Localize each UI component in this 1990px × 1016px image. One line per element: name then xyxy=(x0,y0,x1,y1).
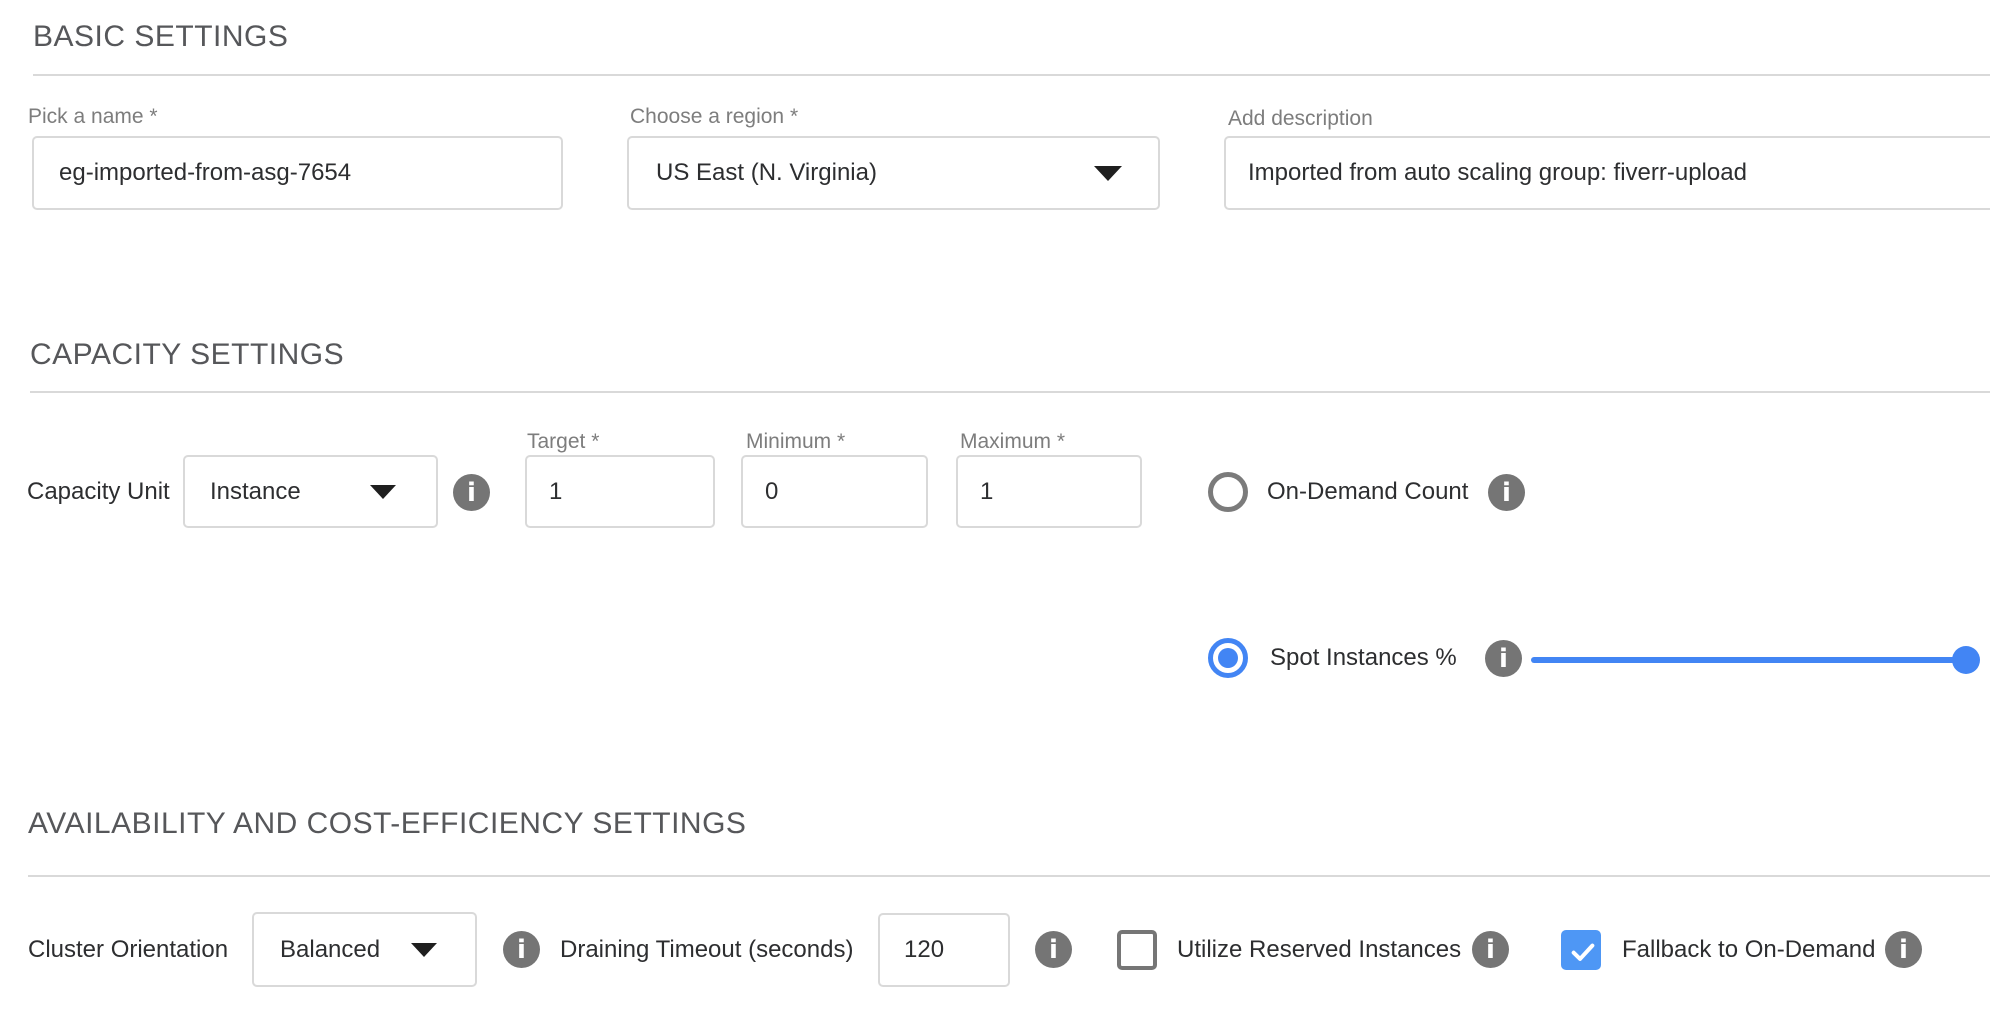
basic-settings-divider xyxy=(33,74,1990,76)
name-input[interactable] xyxy=(32,136,563,210)
spot-percentage-slider-track[interactable] xyxy=(1531,657,1968,663)
maximum-input[interactable] xyxy=(956,455,1142,528)
fallback-on-demand-checkbox[interactable] xyxy=(1561,930,1601,970)
capacity-settings-title: CAPACITY SETTINGS xyxy=(30,338,344,371)
maximum-label: Maximum * xyxy=(960,430,1065,453)
draining-timeout-label: Draining Timeout (seconds) xyxy=(560,930,853,970)
capacity-unit-label: Capacity Unit xyxy=(27,472,170,512)
draining-timeout-info-icon[interactable]: i xyxy=(1035,931,1072,968)
region-select[interactable]: US East (N. Virginia) xyxy=(627,136,1160,210)
availability-settings-divider xyxy=(28,875,1990,877)
dropdown-caret-icon xyxy=(1094,166,1122,181)
capacity-unit-select[interactable]: Instance xyxy=(183,455,438,528)
spot-percentage-slider-thumb[interactable] xyxy=(1952,646,1980,674)
capacity-unit-info-icon[interactable]: i xyxy=(453,474,490,511)
cluster-orientation-info-icon[interactable]: i xyxy=(503,931,540,968)
draining-timeout-input[interactable] xyxy=(878,913,1010,987)
minimum-label: Minimum * xyxy=(746,430,845,453)
region-select-value: US East (N. Virginia) xyxy=(656,159,877,187)
fallback-on-demand-label: Fallback to On-Demand xyxy=(1622,930,1875,970)
availability-settings-title: AVAILABILITY AND COST-EFFICIENCY SETTING… xyxy=(28,807,746,840)
utilize-reserved-info-icon[interactable]: i xyxy=(1472,931,1509,968)
on-demand-count-radio[interactable] xyxy=(1208,472,1248,512)
spot-instances-label: Spot Instances % xyxy=(1270,638,1457,678)
on-demand-count-info-icon[interactable]: i xyxy=(1488,474,1525,511)
capacity-unit-select-value: Instance xyxy=(210,478,301,506)
target-input[interactable] xyxy=(525,455,715,528)
dropdown-caret-icon xyxy=(370,485,396,499)
description-input[interactable] xyxy=(1224,136,1990,210)
cluster-orientation-select[interactable]: Balanced xyxy=(252,912,477,987)
region-label: Choose a region * xyxy=(630,105,798,128)
cluster-orientation-label: Cluster Orientation xyxy=(28,930,228,970)
target-label: Target * xyxy=(527,430,599,453)
minimum-input[interactable] xyxy=(741,455,928,528)
utilize-reserved-label: Utilize Reserved Instances xyxy=(1177,930,1461,970)
check-icon xyxy=(1567,936,1599,968)
description-label: Add description xyxy=(1228,107,1373,130)
spot-instances-info-icon[interactable]: i xyxy=(1485,640,1522,677)
name-label: Pick a name * xyxy=(28,105,158,128)
utilize-reserved-checkbox[interactable] xyxy=(1117,930,1157,970)
cluster-orientation-select-value: Balanced xyxy=(280,936,380,964)
basic-settings-title: BASIC SETTINGS xyxy=(33,20,288,53)
fallback-on-demand-info-icon[interactable]: i xyxy=(1885,931,1922,968)
on-demand-count-label: On-Demand Count xyxy=(1267,472,1468,512)
capacity-settings-divider xyxy=(30,391,1990,393)
radio-dot xyxy=(1218,648,1238,668)
spot-instances-radio[interactable] xyxy=(1208,638,1248,678)
dropdown-caret-icon xyxy=(411,943,437,957)
